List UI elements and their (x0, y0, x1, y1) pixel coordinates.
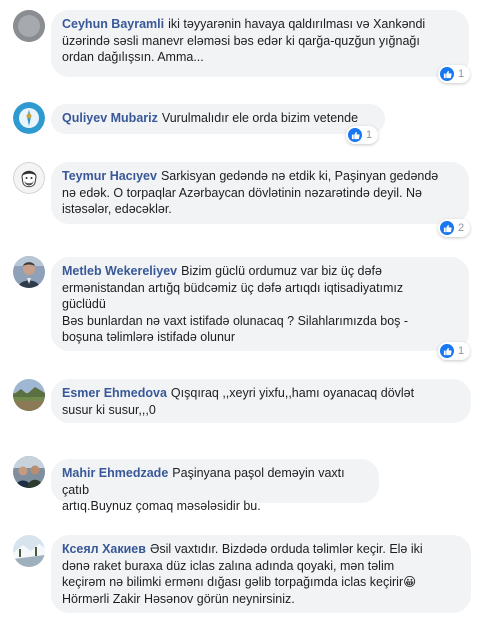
like-count: 2 (458, 222, 465, 234)
avatar[interactable] (13, 379, 45, 411)
comment-author[interactable]: Ксеял Хакиев (62, 542, 146, 556)
comment-author[interactable]: Ceyhun Bayramli (62, 17, 164, 31)
like-count: 1 (458, 68, 465, 80)
comment-author[interactable]: Teymur Hacıyev (62, 169, 157, 183)
comment-bubble: Quliyev Mubariz Vurulmalıdır ele orda biz… (51, 104, 385, 134)
comment-bubble: Metleb Wekereliyev Bizim güclü ordumuz va… (51, 257, 469, 351)
next-comment-partial (63, 624, 233, 631)
comment-author[interactable]: Metleb Wekereliyev (62, 264, 177, 278)
like-count: 1 (366, 129, 373, 141)
avatar[interactable] (13, 256, 45, 288)
reaction-count[interactable]: 2 (438, 219, 470, 237)
reaction-count[interactable]: 1 (438, 65, 470, 83)
avatar[interactable] (13, 456, 45, 488)
comments-feed: Ceyhun Bayramli iki təyyarənin havaya qal… (0, 0, 500, 631)
avatar[interactable] (13, 162, 45, 194)
like-icon (440, 67, 454, 81)
like-icon (440, 221, 454, 235)
comment-author[interactable]: Mahir Ehmedzade (62, 466, 168, 480)
comment-author[interactable]: Esmer Ehmedova (62, 386, 167, 400)
avatar[interactable] (13, 10, 45, 42)
reaction-count[interactable]: 1 (438, 342, 470, 360)
like-count: 1 (458, 345, 465, 357)
comment-bubble: Ксеял Хакиев Əsil vaxtıdır. Bizdədə ordud… (51, 535, 471, 613)
avatar[interactable] (13, 535, 45, 567)
comment-bubble: Esmer Ehmedova Qışqıraq ,,xeyri yixfu,,ha… (51, 379, 471, 423)
like-icon (440, 344, 454, 358)
avatar[interactable] (13, 102, 45, 134)
like-icon (348, 128, 362, 142)
comment-bubble: Mahir Ehmedzade Paşinyana paşol deməyin v… (51, 459, 379, 513)
comment-bubble: Ceyhun Bayramli iki təyyarənin havaya qal… (51, 10, 469, 77)
comment-text: Vurulmalıdır ele orda bizim vetende (161, 111, 359, 125)
comment-bubble: Teymur Hacıyev Sarkisyan gedəndə nə etdik… (51, 162, 469, 224)
comment-author[interactable]: Quliyev Mubariz (62, 111, 158, 125)
reaction-count[interactable]: 1 (346, 126, 378, 144)
